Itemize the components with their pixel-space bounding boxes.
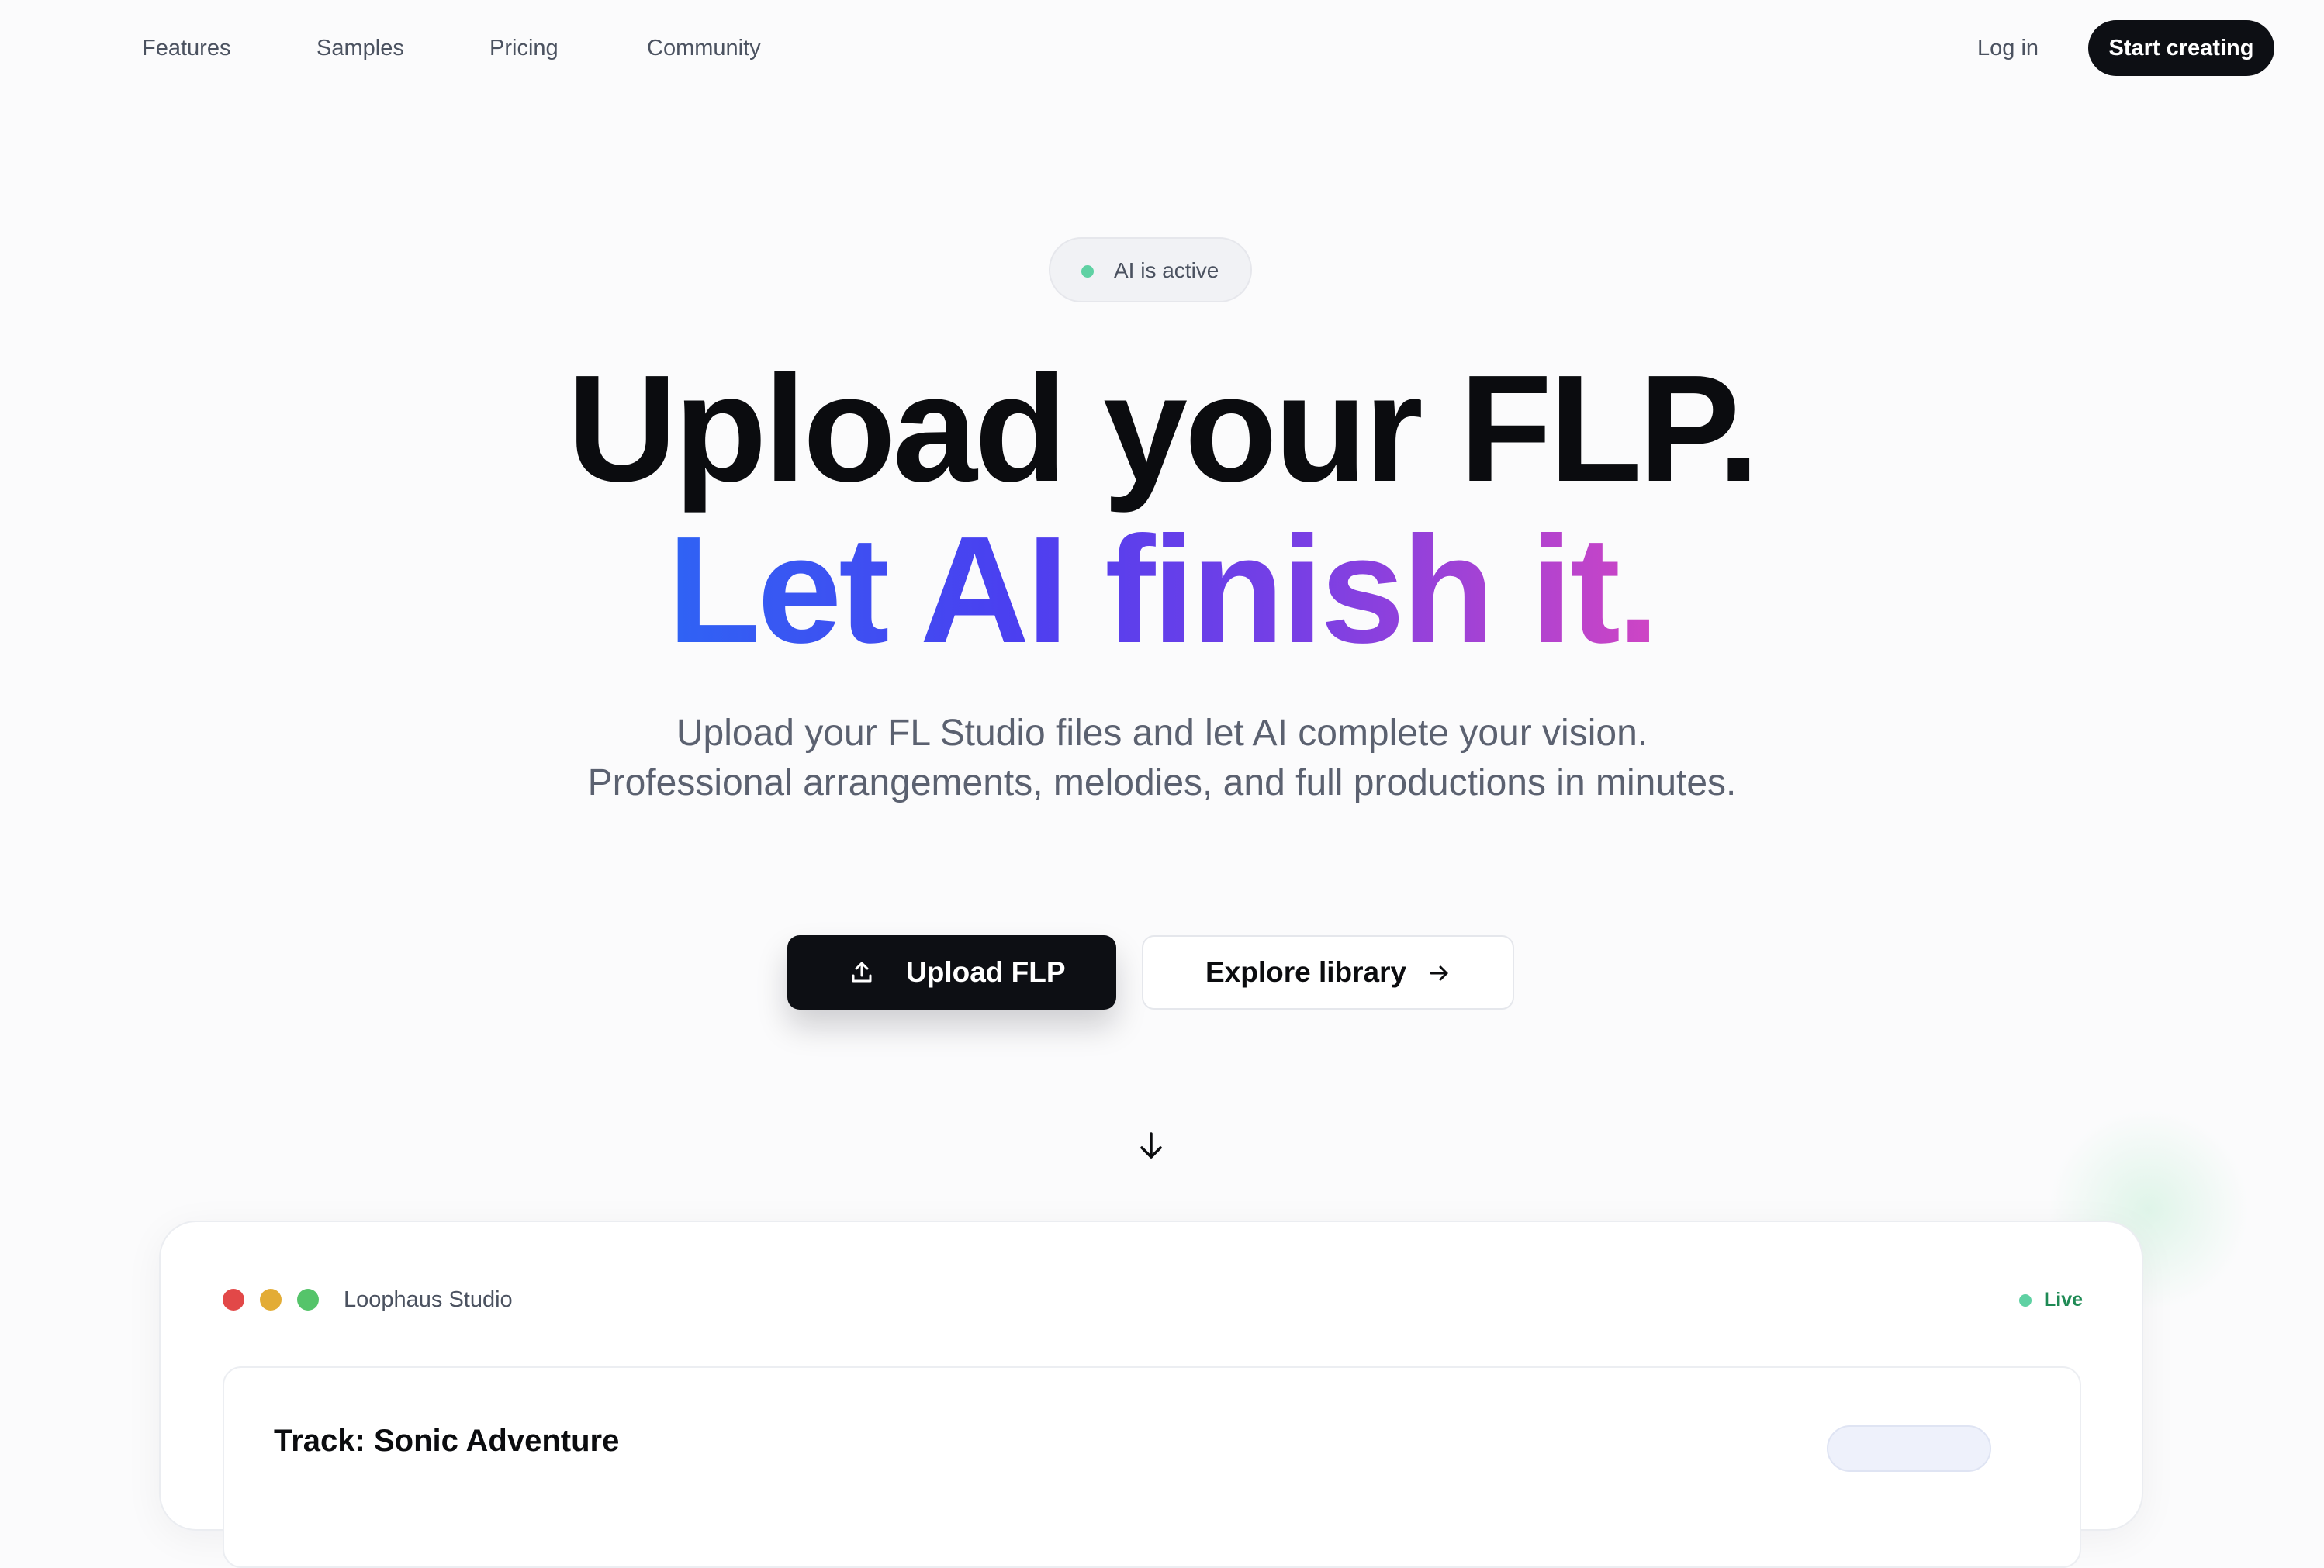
hero-title-line1: Upload your FLP.	[567, 344, 1759, 513]
window-close-dot-icon	[223, 1289, 244, 1311]
start-creating-button[interactable]: Start creating	[2088, 20, 2274, 76]
explore-library-button[interactable]: Explore library	[1142, 935, 1514, 1010]
nav-link-features[interactable]: Features	[142, 33, 230, 64]
window-maximize-dot-icon	[297, 1289, 319, 1311]
nav-link-samples[interactable]: Samples	[316, 33, 404, 64]
live-dot-icon	[2019, 1294, 2032, 1307]
track-card: Track: Sonic Adventure	[223, 1366, 2081, 1568]
upload-flp-label: Upload FLP	[906, 956, 1066, 988]
arrow-right-icon	[1430, 965, 1448, 981]
track-title: Track: Sonic Adventure	[274, 1424, 620, 1458]
top-nav: Features Samples Pricing Community Log i…	[0, 0, 2324, 96]
hero-title-gradient-text: Let AI finish it.	[667, 505, 1660, 675]
arrow-down-icon[interactable]	[1137, 1131, 1165, 1162]
upload-flp-button[interactable]: Upload FLP	[787, 935, 1116, 1010]
explore-library-label: Explore library	[1205, 956, 1407, 988]
hero-title-line2: Let AI finish it.	[0, 509, 2324, 672]
status-dot-icon	[1081, 265, 1094, 278]
live-label: Live	[2044, 1289, 2084, 1311]
login-link[interactable]: Log in	[1977, 33, 2039, 64]
studio-name: Loophaus Studio	[344, 1287, 513, 1312]
hero-subtitle: Upload your FL Studio files and let AI c…	[587, 713, 1737, 803]
ai-status-label: AI is active	[1114, 258, 1219, 282]
window-minimize-dot-icon	[260, 1289, 282, 1311]
track-status-pill[interactable]	[1827, 1425, 1991, 1472]
upload-icon	[852, 962, 872, 983]
studio-preview-panel: Loophaus Studio Live Track: Sonic Advent…	[159, 1221, 2143, 1568]
ai-status-badge: AI is active	[1049, 237, 1252, 302]
nav-link-pricing[interactable]: Pricing	[489, 33, 559, 64]
nav-link-community[interactable]: Community	[647, 33, 761, 64]
